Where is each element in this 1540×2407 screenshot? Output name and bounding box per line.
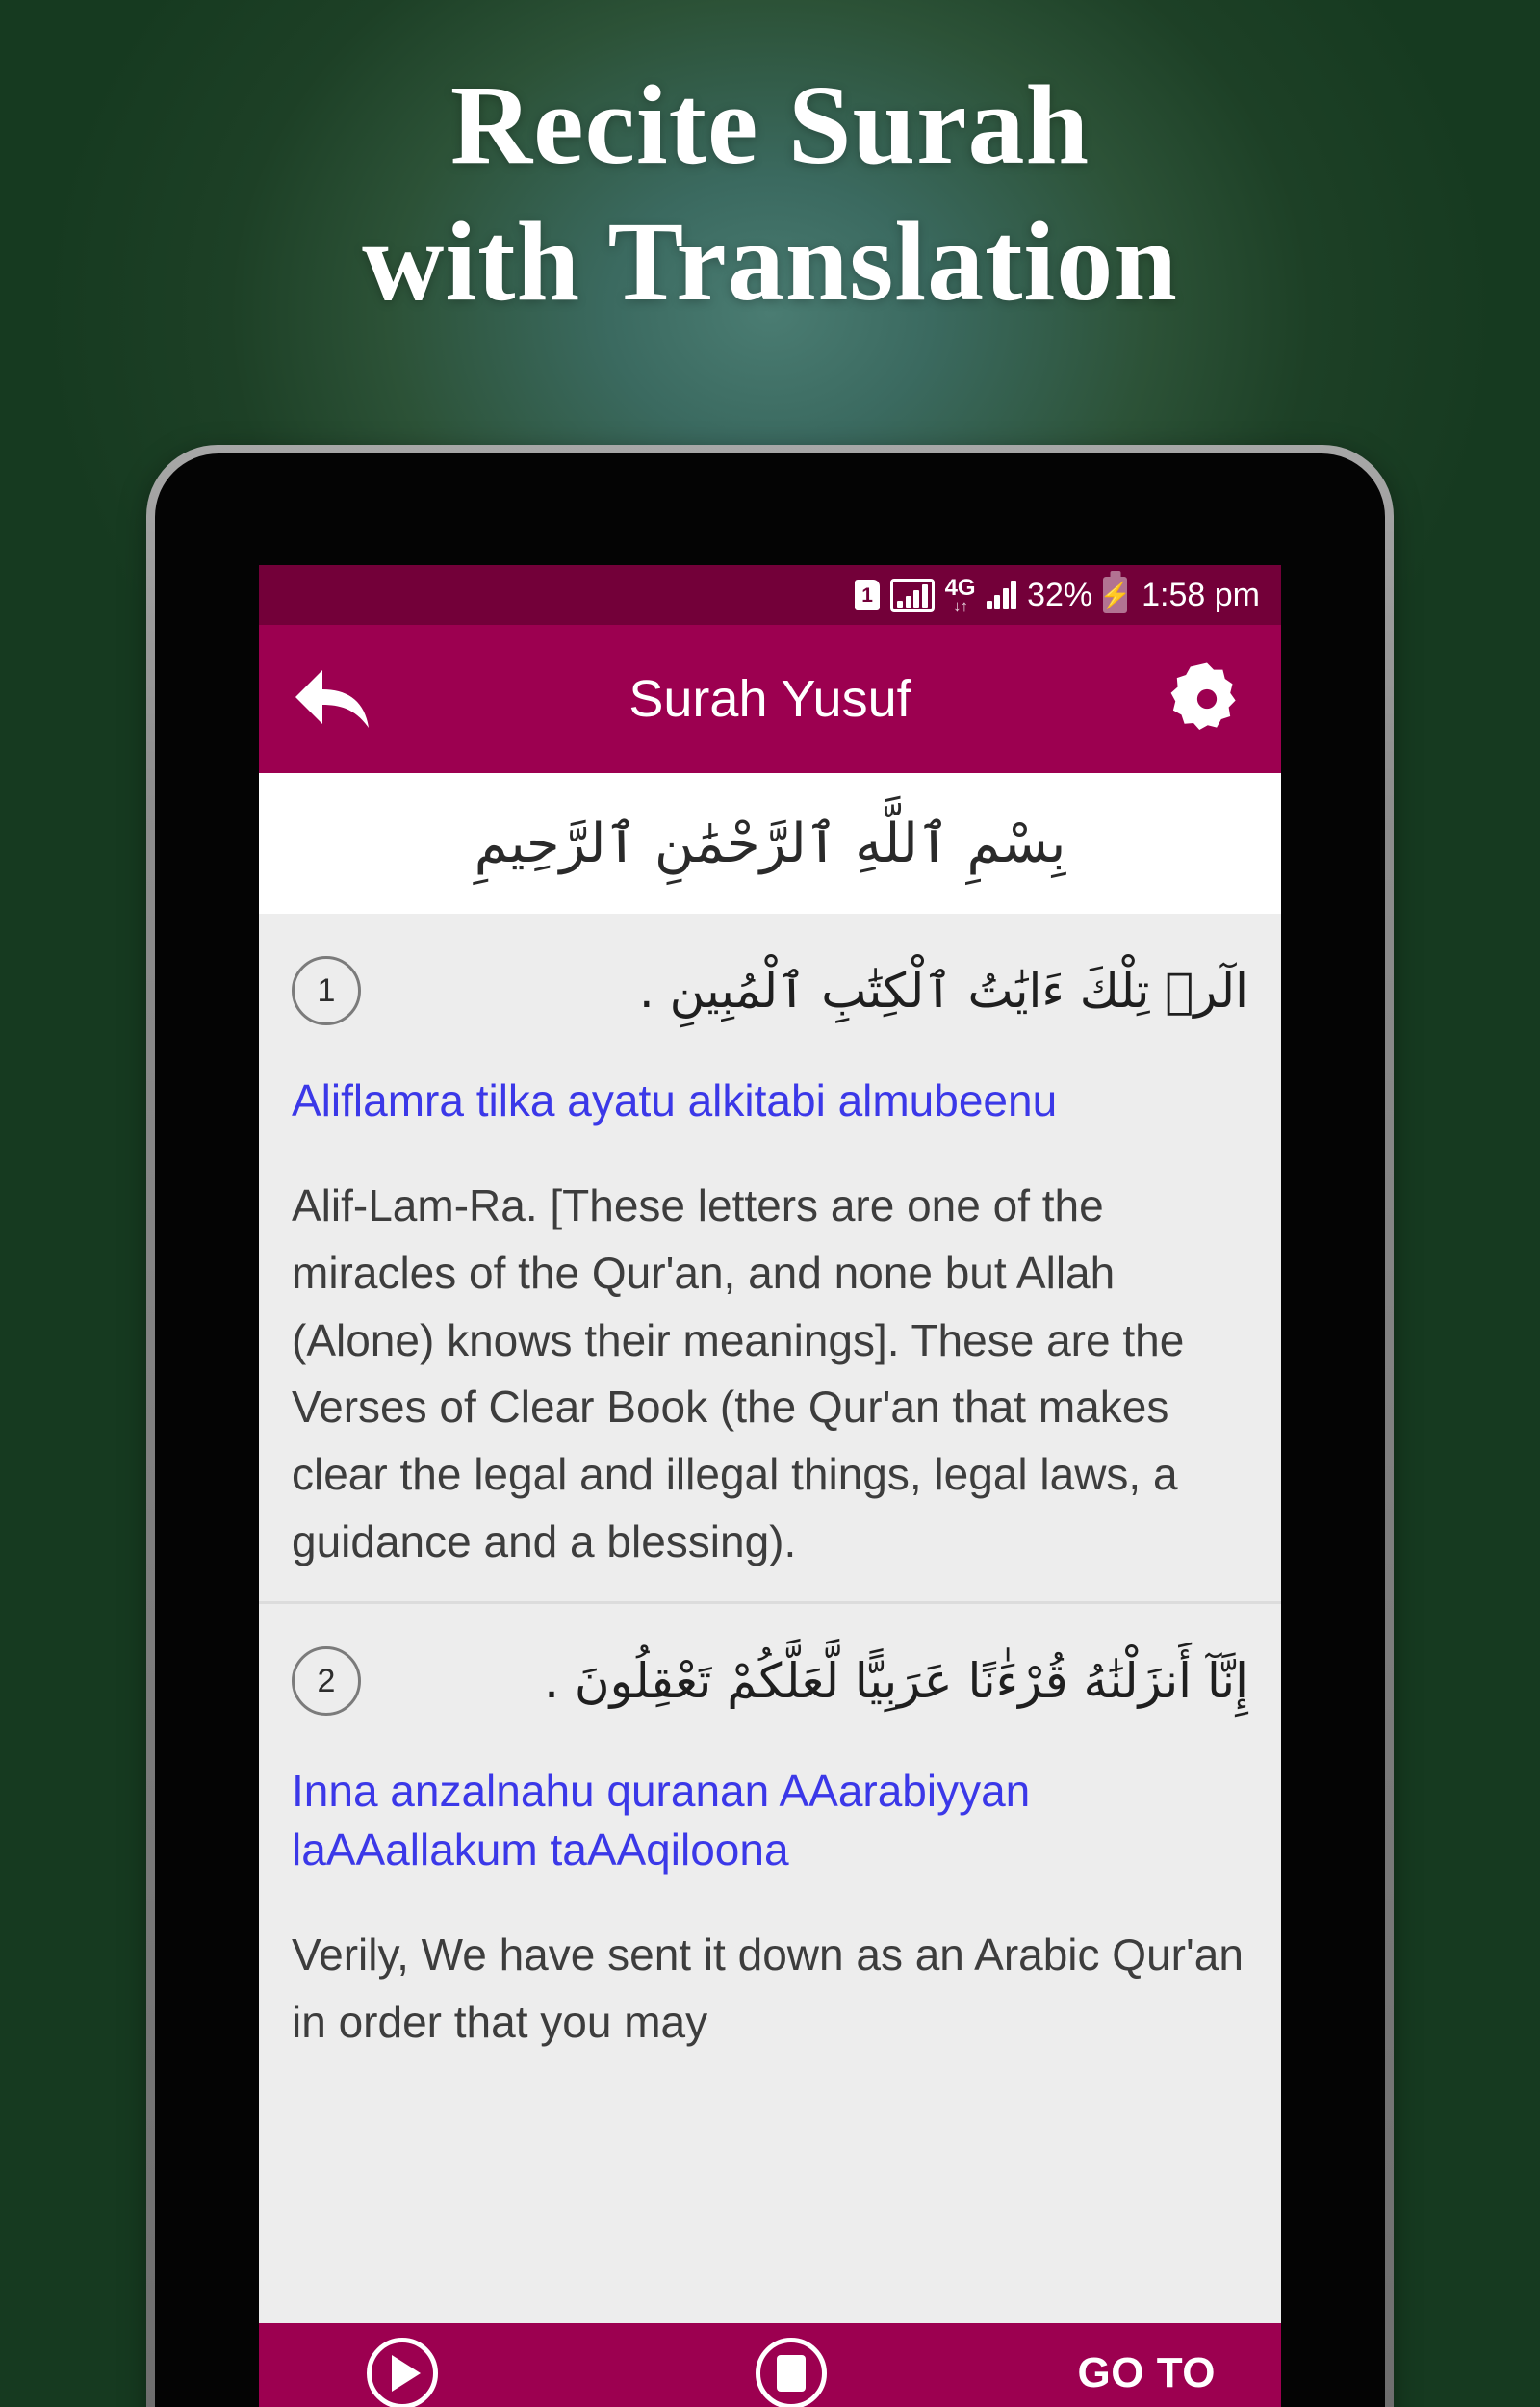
play-button-slot	[303, 2338, 650, 2407]
verse-transliteration-text: Inna anzalnahu quranan AAarabiyyan laAAa…	[292, 1766, 1031, 1875]
status-bar: 1 4G ↓↑ 32% ⚡ 1:58 pm	[259, 565, 1281, 625]
network-arrows-icon: ↓↑	[953, 596, 968, 615]
verse-header: 1 الٓرۚ تِلْكَ ءَايَٰتُ ٱلْكِتَٰبِ ٱلْمُ…	[259, 941, 1281, 1041]
goto-button-slot: GO TO	[933, 2349, 1237, 2397]
goto-button[interactable]: GO TO	[1078, 2349, 1216, 2397]
verse-number-badge: 1	[292, 956, 361, 1025]
verse-list: 1 الٓرۚ تِلْكَ ءَايَٰتُ ٱلْكِتَٰبِ ٱلْمُ…	[259, 914, 1281, 2082]
verse-number-badge: 2	[292, 1646, 361, 1717]
play-icon[interactable]	[367, 2338, 438, 2407]
promo-headline-line2: with Translation	[362, 198, 1178, 325]
verse-translation-text: Alif-Lam-Ra. [These letters are one of t…	[292, 1179, 1185, 1567]
verse-item[interactable]: 1 الٓرۚ تِلْكَ ءَايَٰتُ ٱلْكِتَٰبِ ٱلْمُ…	[259, 914, 1281, 1601]
battery-charging-icon: ⚡	[1099, 577, 1131, 613]
player-bottom-bar: GO TO	[259, 2323, 1281, 2407]
network-4g-icon: 4G ↓↑	[944, 574, 976, 615]
back-arrow-icon[interactable]	[292, 658, 374, 740]
bismillah-banner: بِسْمِ ٱللَّهِ ٱلرَّحْمَٰنِ ٱلرَّحِيمِ	[259, 773, 1281, 914]
battery-percent-label: 32%	[1027, 576, 1093, 613]
promo-screenshot: Recite Surah with Translation 1 4G ↓↑ 32…	[0, 0, 1540, 2407]
phone-screen: 1 4G ↓↑ 32% ⚡ 1:58 pm Surah Yusuf بِسْمِ…	[259, 565, 1281, 2407]
phone-body: 1 4G ↓↑ 32% ⚡ 1:58 pm Surah Yusuf بِسْمِ…	[155, 453, 1385, 2407]
clock-label: 1:58 pm	[1142, 576, 1260, 613]
page-title: Surah Yusuf	[629, 670, 911, 728]
verse-header: 2 إِنَّآ أَنزَلْنَٰهُ قُرْءَٰنًا عَرَبِي…	[259, 1631, 1281, 1731]
promo-headline: Recite Surah with Translation	[0, 62, 1540, 325]
verse-arabic-text: إِنَّآ أَنزَلْنَٰهُ قُرْءَٰنًا عَرَبِيًّ…	[544, 1652, 1248, 1709]
stop-button-slot	[650, 2338, 933, 2407]
verse-translation-text: Verily, We have sent it down as an Arabi…	[292, 1928, 1244, 2047]
promo-headline-line1: Recite Surah	[449, 62, 1091, 188]
stop-icon[interactable]	[756, 2338, 827, 2407]
sim-card-icon: 1	[855, 580, 881, 610]
gear-icon[interactable]	[1166, 658, 1248, 740]
network-type-label: 4G	[944, 574, 976, 601]
signal-bars-icon	[986, 581, 1017, 609]
bismillah-text: بِسْمِ ٱللَّهِ ٱلرَّحْمَٰنِ ٱلرَّحِيمِ	[474, 812, 1066, 875]
phone-mockup-frame: 1 4G ↓↑ 32% ⚡ 1:58 pm Surah Yusuf بِسْمِ…	[146, 445, 1394, 2407]
verse-item[interactable]: 2 إِنَّآ أَنزَلْنَٰهُ قُرْءَٰنًا عَرَبِي…	[259, 1601, 1281, 2081]
signal-bars-boxed-icon	[890, 578, 935, 612]
app-bar: Surah Yusuf	[259, 625, 1281, 773]
verse-arabic-text: الٓرۚ تِلْكَ ءَايَٰتُ ٱلْكِتَٰبِ ٱلْمُبِ…	[638, 962, 1248, 1019]
verse-transliteration-text: Aliflamra tilka ayatu alkitabi almubeenu	[292, 1075, 1058, 1126]
